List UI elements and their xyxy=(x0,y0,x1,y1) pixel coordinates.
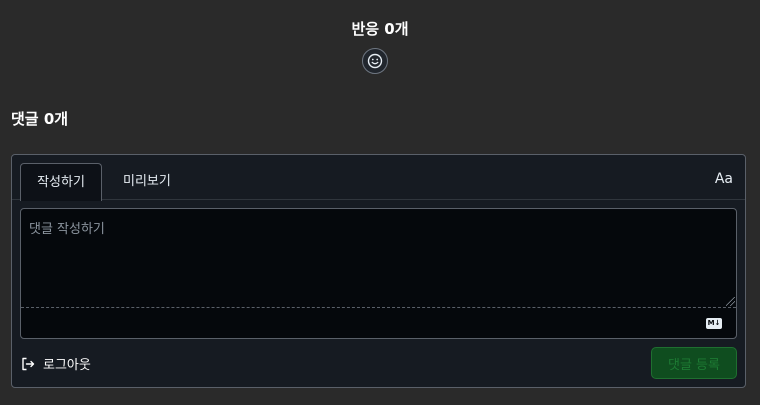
add-reaction-button[interactable] xyxy=(362,48,388,74)
comment-input[interactable] xyxy=(21,209,736,308)
smiley-icon xyxy=(367,53,383,69)
submit-comment-button[interactable]: 댓글 등록 xyxy=(651,347,737,379)
markdown-icon[interactable]: M↓ xyxy=(706,318,722,329)
logout-link[interactable]: 로그아웃 xyxy=(21,354,91,373)
resize-handle[interactable] xyxy=(726,297,735,306)
comment-form: 작성하기 미리보기 Aa M↓ 로그아웃 댓글 등록 xyxy=(11,154,746,388)
reactions-title: 반응 0개 xyxy=(351,20,409,38)
sign-out-icon xyxy=(22,357,35,370)
tab-preview[interactable]: 미리보기 xyxy=(108,163,186,201)
comments-title: 댓글 0개 xyxy=(11,110,69,128)
logout-label: 로그아웃 xyxy=(43,358,91,373)
tab-write[interactable]: 작성하기 xyxy=(20,163,102,201)
font-toggle-button[interactable]: Aa xyxy=(715,171,733,187)
comment-editor: M↓ xyxy=(20,208,737,339)
editor-tab-bar: 작성하기 미리보기 Aa xyxy=(12,155,745,201)
